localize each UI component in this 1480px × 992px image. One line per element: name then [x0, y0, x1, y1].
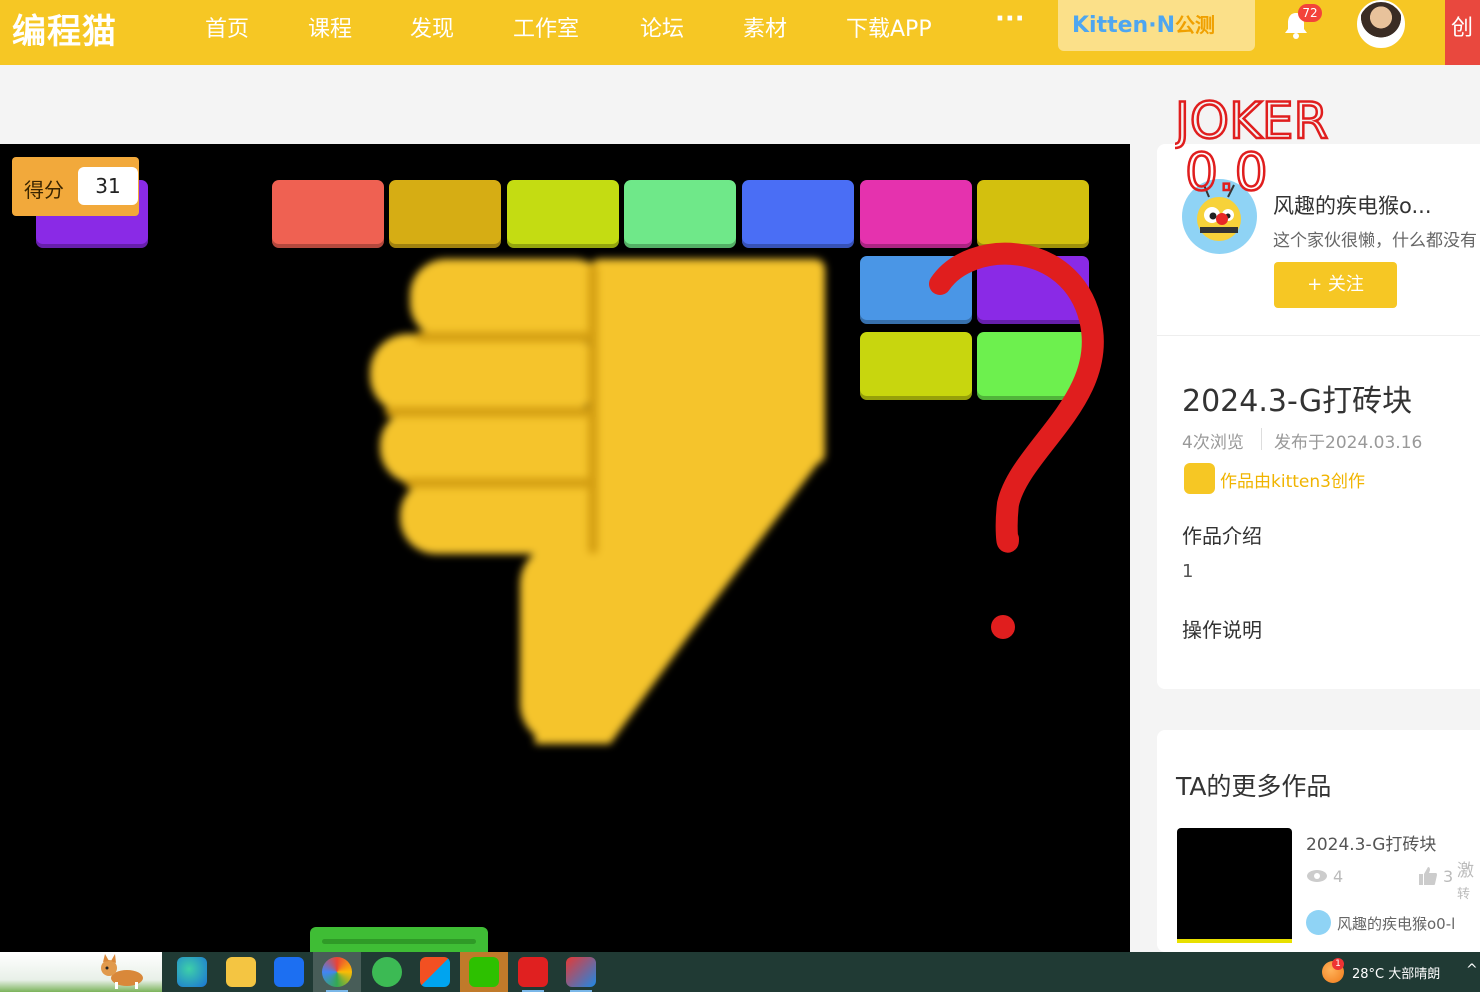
corgi-dog-icon: [101, 954, 143, 989]
more-work-extra-bottom: 转: [1457, 887, 1471, 902]
nav-more-button[interactable]: ···: [995, 4, 1025, 34]
more-work-author-name[interactable]: 风趣的疾电猴o0-l: [1337, 913, 1455, 934]
nav-item-download-app[interactable]: 下载APP: [846, 11, 932, 43]
security-shield-icon[interactable]: [274, 957, 304, 987]
edge-browser-icon[interactable]: [177, 957, 207, 987]
brick: [272, 180, 384, 248]
instructions-heading: 操作说明: [1182, 618, 1262, 642]
intro-heading: 作品介绍: [1182, 524, 1262, 548]
work-info-panel: 风趣的疾电猴o... 这个家伙很懒，什么都没有 + 关注 2024.3-G打砖块…: [1157, 144, 1480, 689]
weather-badge: 1: [1332, 958, 1344, 970]
brick: [977, 180, 1089, 248]
more-works-heading: TA的更多作品: [1176, 772, 1332, 801]
brick: [624, 180, 736, 248]
author-bio: 这个家伙很懒，什么都没有: [1273, 231, 1477, 251]
green-refresh-app-icon[interactable]: [372, 957, 402, 987]
site-logo[interactable]: 编程猫: [12, 4, 117, 53]
made-by-kitten3-link[interactable]: 作品由kitten3创作: [1220, 467, 1365, 492]
more-work-extra-top: 激: [1457, 861, 1474, 881]
view-count: 4次浏览: [1182, 433, 1244, 453]
nav-item-forum[interactable]: 论坛: [640, 11, 684, 43]
create-button-label: 创: [1451, 16, 1474, 41]
more-work-title[interactable]: 2024.3-G打砖块: [1306, 830, 1436, 855]
kitten-beta-tag: 公测: [1174, 13, 1215, 37]
thumbs-up-icon: [1419, 867, 1437, 885]
create-button[interactable]: 创: [1445, 0, 1480, 65]
more-work-views: 4: [1333, 867, 1344, 886]
joker-text: JOKER: [1175, 92, 1328, 150]
kitten-n-link[interactable]: Kitten·N公测: [1058, 0, 1255, 51]
more-work-author-avatar: [1306, 910, 1331, 935]
microsoft-store-icon[interactable]: [420, 957, 450, 987]
browser-app-icon[interactable]: [322, 957, 352, 987]
nav-item-discover[interactable]: 发现: [410, 11, 454, 43]
question-mark-scribble: [929, 242, 1104, 639]
kitten-n-label: Kitten·N公测: [1072, 9, 1215, 38]
brick: [507, 180, 619, 248]
coding-app-icon[interactable]: [566, 957, 596, 987]
score-value: 31: [78, 167, 138, 205]
joker-scribble: JOKER 0.0: [1175, 91, 1329, 198]
more-works-panel: TA的更多作品 2024.3-G打砖块 4 3 激 转 风趣的疾电猴o0-l: [1157, 730, 1480, 952]
weather-text[interactable]: 28°C 大部晴朗: [1352, 963, 1440, 982]
user-avatar[interactable]: [1357, 0, 1405, 48]
nav-item-studio[interactable]: 工作室: [513, 11, 579, 43]
publish-date: 发布于2024.03.16: [1274, 433, 1423, 453]
meta-separator: [1261, 428, 1262, 450]
nav-item-home[interactable]: 首页: [205, 11, 249, 43]
file-explorer-icon[interactable]: [226, 957, 256, 987]
brick: [742, 180, 854, 248]
brick: [389, 180, 501, 248]
thumbs-down-icon: [370, 259, 825, 744]
nav-item-courses[interactable]: 课程: [308, 11, 352, 43]
kitten3-app-icon: [1184, 463, 1215, 494]
top-nav-bar: 编程猫 首页 课程 发现 工作室 论坛 素材 下载APP ··· Kitten·…: [0, 0, 1480, 65]
score-panel: 得分 31: [12, 157, 139, 216]
tray-chevron-icon[interactable]: ^: [1466, 962, 1478, 978]
game-canvas[interactable]: 得分 31: [0, 144, 1130, 952]
nav-item-materials[interactable]: 素材: [743, 11, 787, 43]
more-work-thumbnail[interactable]: [1177, 828, 1292, 943]
more-work-likes: 3: [1443, 867, 1454, 886]
brick: [860, 180, 972, 248]
follow-button[interactable]: + 关注: [1274, 262, 1397, 308]
wechat-icon[interactable]: [469, 957, 499, 987]
kitten-brand-text: Kitten·N: [1072, 13, 1175, 38]
wps-office-icon[interactable]: [518, 957, 548, 987]
work-title: 2024.3-G打砖块: [1182, 384, 1413, 419]
divider: [1157, 335, 1480, 336]
intro-text: 1: [1182, 561, 1194, 582]
joker-sub-text: 0.0: [1185, 143, 1268, 198]
game-paddle: [310, 927, 488, 952]
windows-taskbar: 1 28°C 大部晴朗 ^: [0, 952, 1480, 992]
eye-icon: [1307, 870, 1327, 882]
notification-badge: 72: [1298, 4, 1322, 22]
taskbar-wallpaper-area: [0, 952, 162, 992]
score-label: 得分: [24, 178, 64, 202]
